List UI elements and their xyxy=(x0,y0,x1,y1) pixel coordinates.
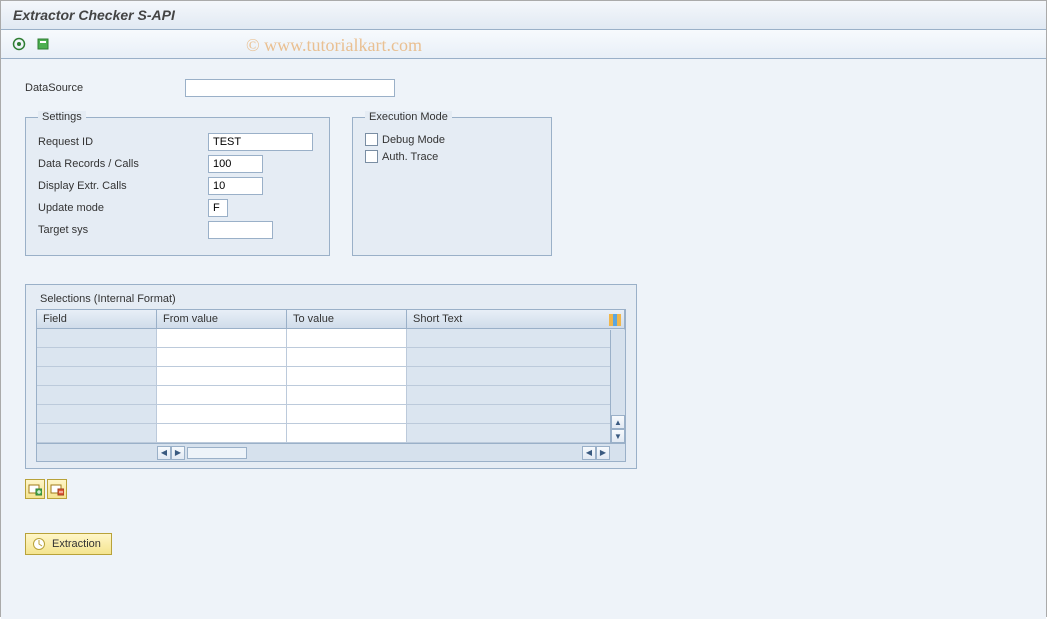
cell-to[interactable] xyxy=(287,367,407,385)
scroll-up-icon[interactable]: ▲ xyxy=(611,415,625,429)
debug-label: Debug Mode xyxy=(382,134,445,146)
selections-grid: Field From value To value Short Text ▲ ▼… xyxy=(36,309,626,462)
update-mode-label: Update mode xyxy=(38,202,208,214)
cell-to[interactable] xyxy=(287,386,407,404)
settings-panel: Settings Request ID Data Records / Calls… xyxy=(25,111,330,256)
table-row[interactable] xyxy=(37,424,625,443)
extraction-label: Extraction xyxy=(52,538,101,550)
col-to-header[interactable]: To value xyxy=(287,310,407,328)
target-sys-input[interactable] xyxy=(208,221,273,239)
request-id-label: Request ID xyxy=(38,136,208,148)
horizontal-scrollbar[interactable]: ◀ ▶ ◀ ▶ xyxy=(37,443,625,461)
page-title: Extractor Checker S-API xyxy=(1,1,1046,30)
update-mode-input[interactable] xyxy=(208,199,228,217)
selections-panel: Selections (Internal Format) Field From … xyxy=(25,284,637,469)
scroll-right2-icon[interactable]: ▶ xyxy=(596,446,610,460)
vertical-scrollbar[interactable]: ▲ ▼ xyxy=(610,330,625,443)
auth-label: Auth. Trace xyxy=(382,151,438,163)
settings-legend: Settings xyxy=(38,111,86,123)
col-field-header[interactable]: Field xyxy=(37,310,157,328)
execute-icon[interactable] xyxy=(9,34,29,54)
table-row[interactable] xyxy=(37,348,625,367)
cell-from[interactable] xyxy=(157,367,287,385)
exec-mode-panel: Execution Mode Debug Mode Auth. Trace xyxy=(352,111,552,256)
cell-from[interactable] xyxy=(157,424,287,442)
col-from-header[interactable]: From value xyxy=(157,310,287,328)
insert-row-button[interactable] xyxy=(25,479,45,499)
table-row[interactable] xyxy=(37,386,625,405)
cell-from[interactable] xyxy=(157,386,287,404)
display-extr-label: Display Extr. Calls xyxy=(38,180,208,192)
cell-field[interactable] xyxy=(37,386,157,404)
scroll-right-icon[interactable]: ▶ xyxy=(171,446,185,460)
data-records-label: Data Records / Calls xyxy=(38,158,208,170)
extraction-button[interactable]: Extraction xyxy=(25,533,112,555)
clock-icon xyxy=(32,537,46,551)
cell-to[interactable] xyxy=(287,329,407,347)
cell-field[interactable] xyxy=(37,367,157,385)
cell-from[interactable] xyxy=(157,348,287,366)
cell-short xyxy=(407,424,625,442)
content-area: DataSource Settings Request ID Data Reco… xyxy=(1,59,1046,619)
cell-short xyxy=(407,367,625,385)
cell-to[interactable] xyxy=(287,405,407,423)
request-id-input[interactable] xyxy=(208,133,313,151)
cell-from[interactable] xyxy=(157,329,287,347)
debug-checkbox[interactable] xyxy=(365,133,378,146)
scroll-left-icon[interactable]: ◀ xyxy=(157,446,171,460)
col-short-header[interactable]: Short Text xyxy=(407,310,625,328)
delete-row-button[interactable] xyxy=(47,479,67,499)
display-extr-input[interactable] xyxy=(208,177,263,195)
scroll-thumb[interactable] xyxy=(187,447,247,459)
datasource-input[interactable] xyxy=(185,79,395,97)
exec-mode-legend: Execution Mode xyxy=(365,111,452,123)
selections-title: Selections (Internal Format) xyxy=(36,293,626,305)
table-row[interactable] xyxy=(37,367,625,386)
cell-short xyxy=(407,348,625,366)
target-sys-label: Target sys xyxy=(38,224,208,236)
cell-short xyxy=(407,329,625,347)
table-row[interactable] xyxy=(37,329,625,348)
table-row[interactable] xyxy=(37,405,625,424)
cell-field[interactable] xyxy=(37,424,157,442)
data-records-input[interactable] xyxy=(208,155,263,173)
scroll-down-icon[interactable]: ▼ xyxy=(611,429,625,443)
cell-from[interactable] xyxy=(157,405,287,423)
cell-field[interactable] xyxy=(37,329,157,347)
datasource-label: DataSource xyxy=(25,82,185,94)
variant-icon[interactable] xyxy=(33,34,53,54)
cell-field[interactable] xyxy=(37,348,157,366)
cell-short xyxy=(407,405,625,423)
cell-field[interactable] xyxy=(37,405,157,423)
cell-to[interactable] xyxy=(287,348,407,366)
cell-short xyxy=(407,386,625,404)
grid-config-icon[interactable] xyxy=(607,312,623,328)
scroll-left2-icon[interactable]: ◀ xyxy=(582,446,596,460)
cell-to[interactable] xyxy=(287,424,407,442)
app-toolbar xyxy=(1,30,1046,59)
auth-checkbox[interactable] xyxy=(365,150,378,163)
